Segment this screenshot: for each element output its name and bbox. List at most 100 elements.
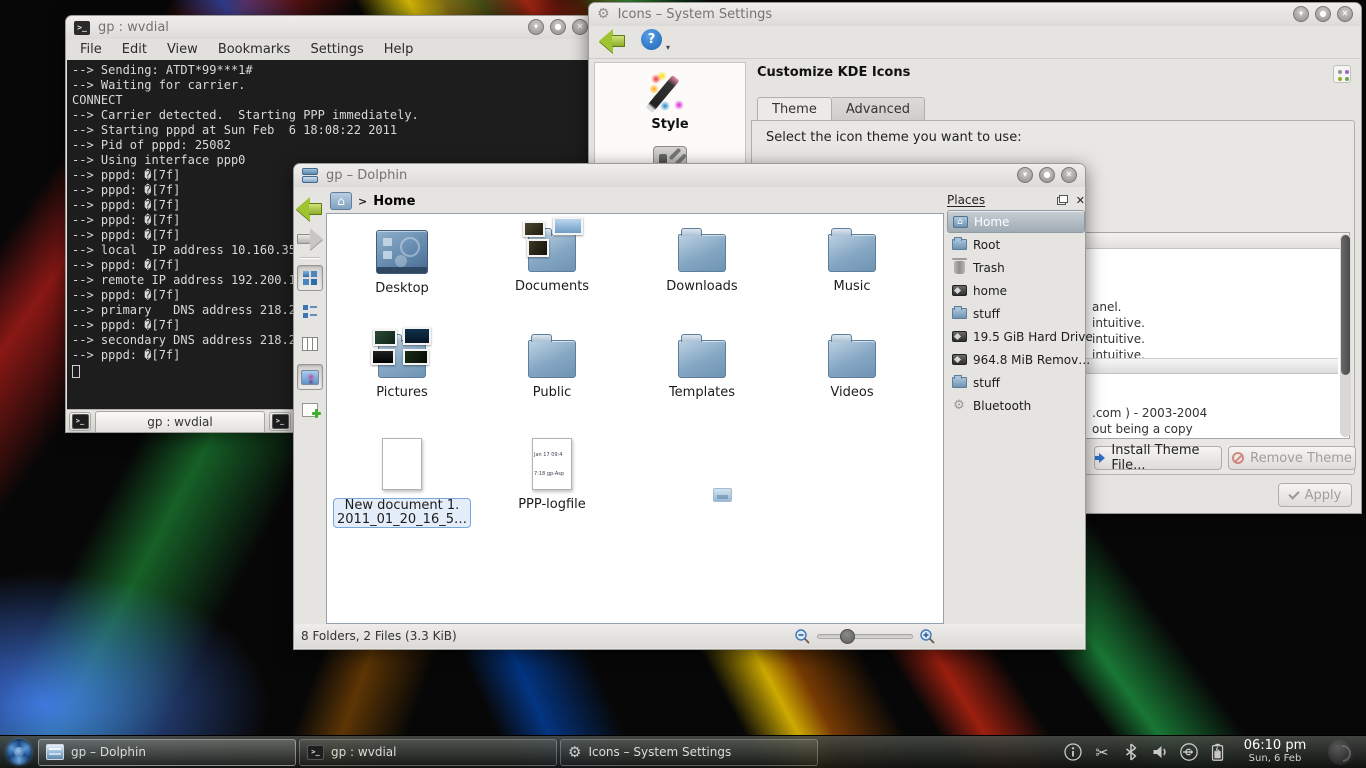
- minimize-button[interactable]: ▾: [1293, 6, 1309, 22]
- places-item-removable[interactable]: 964.8 MiB Remov…: [947, 348, 1085, 371]
- places-item-trash[interactable]: Trash: [947, 256, 1085, 279]
- folder-item[interactable]: Videos: [777, 330, 927, 436]
- tab-advanced[interactable]: Advanced: [832, 97, 925, 121]
- device-notifier-icon[interactable]: [1179, 742, 1199, 762]
- folder-item[interactable]: Downloads: [627, 224, 777, 330]
- task-dolphin[interactable]: gp – Dolphin: [38, 739, 296, 766]
- forward-button[interactable]: [297, 228, 323, 250]
- zoom-in-icon[interactable]: [919, 628, 936, 645]
- preview-toggle-button[interactable]: [297, 364, 323, 390]
- places-label: Bluetooth: [973, 399, 1031, 413]
- close-button[interactable]: ✕: [572, 19, 588, 35]
- zoom-out-icon[interactable]: [794, 628, 811, 645]
- help-button[interactable]: ?: [641, 29, 662, 50]
- minimize-button[interactable]: ▾: [528, 19, 544, 35]
- tab-theme[interactable]: Theme: [757, 97, 832, 121]
- trash-icon: [954, 261, 965, 274]
- menu-settings[interactable]: Settings: [310, 42, 363, 57]
- file-item[interactable]: Jan 17 09:4 7:18 gp-Asp ire-5738 pp pd[1…: [477, 436, 627, 542]
- app-launcher-button[interactable]: [0, 736, 38, 768]
- folder-item[interactable]: Documents: [477, 224, 627, 330]
- new-tab-button[interactable]: >_: [69, 412, 91, 431]
- chevron-down-icon[interactable]: ▾: [666, 43, 670, 52]
- dolphin-titlebar[interactable]: gp – Dolphin ▾ ● ✕: [294, 164, 1085, 187]
- close-panel-icon[interactable]: ✕: [1076, 194, 1085, 207]
- panel-toolbox-icon[interactable]: [1328, 739, 1354, 765]
- folder-item[interactable]: Pictures: [327, 330, 477, 436]
- terminal-titlebar[interactable]: >_ gp : wvdial ▾ ● ✕: [66, 16, 596, 39]
- breadcrumb-home[interactable]: Home: [373, 194, 415, 209]
- toolbar-separator: [300, 257, 320, 258]
- clock-time: 06:10 pm: [1237, 739, 1313, 752]
- tab-list-button[interactable]: >_: [269, 412, 291, 431]
- menu-edit[interactable]: Edit: [122, 42, 147, 57]
- menu-file[interactable]: File: [80, 42, 102, 57]
- dolphin-window-title: gp – Dolphin: [326, 168, 407, 183]
- undock-icon[interactable]: [1057, 195, 1068, 205]
- klipper-icon[interactable]: ✂: [1092, 742, 1112, 762]
- task-system-settings[interactable]: ⚙ Icons – System Settings: [560, 739, 818, 766]
- places-item-home[interactable]: ⌂ Home: [947, 210, 1085, 233]
- places-title: Places: [947, 193, 985, 207]
- remove-theme-button[interactable]: Remove Theme: [1228, 446, 1356, 470]
- places-item-hard-drive[interactable]: 19.5 GiB Hard Drive: [947, 325, 1085, 348]
- theme-description-fragment: intuitive.: [1092, 316, 1145, 330]
- minimize-button[interactable]: ▾: [1017, 167, 1033, 183]
- close-button[interactable]: ✕: [1337, 6, 1353, 22]
- theme-list-scrollbar[interactable]: [1340, 234, 1351, 437]
- zoom-slider-handle[interactable]: [840, 629, 855, 644]
- volume-icon[interactable]: [1150, 742, 1170, 762]
- folder-view[interactable]: Desktop Documents Downloads Music: [326, 213, 944, 624]
- notifications-icon[interactable]: [1063, 742, 1083, 762]
- maximize-button[interactable]: ●: [550, 19, 566, 35]
- back-button[interactable]: [296, 197, 324, 221]
- system-tray: ✂ 06:10 pm Sun, 6 Feb: [1063, 739, 1366, 765]
- system-settings-titlebar[interactable]: ⚙ Icons – System Settings ▾ ● ✕: [589, 3, 1361, 26]
- dolphin-window[interactable]: gp – Dolphin ▾ ● ✕ ⌂ > Home Desktop: [293, 163, 1086, 650]
- apply-button[interactable]: Apply: [1278, 483, 1352, 507]
- terminal-line: --> Pid of pppd: 25082: [72, 138, 595, 153]
- places-item-home-partition[interactable]: home: [947, 279, 1085, 302]
- battery-icon[interactable]: [1208, 742, 1228, 762]
- gear-icon: ⚙: [568, 745, 581, 760]
- thumbnail: [553, 217, 583, 235]
- places-item-bluetooth[interactable]: ⚙ Bluetooth: [947, 394, 1085, 417]
- places-item-root[interactable]: Root: [947, 233, 1085, 256]
- close-button[interactable]: ✕: [1061, 167, 1077, 183]
- drive-icon: [952, 331, 967, 342]
- home-icon[interactable]: ⌂: [330, 192, 352, 210]
- task-label: gp : wvdial: [331, 745, 396, 759]
- clock-date: Sun, 6 Feb: [1237, 752, 1313, 765]
- folder-item[interactable]: Templates: [627, 330, 777, 436]
- split-view-button[interactable]: [297, 397, 323, 423]
- zoom-slider[interactable]: [817, 634, 913, 639]
- menu-view[interactable]: View: [167, 42, 198, 57]
- columns-view-button[interactable]: [297, 331, 323, 357]
- places-item-stuff[interactable]: stuff: [947, 302, 1085, 325]
- thumbnail: [403, 349, 429, 365]
- maximize-button[interactable]: ●: [1315, 6, 1331, 22]
- digital-clock[interactable]: 06:10 pm Sun, 6 Feb: [1237, 739, 1313, 765]
- file-manager-icon: [302, 168, 318, 183]
- back-button[interactable]: [599, 29, 627, 53]
- scrollbar-thumb[interactable]: [1341, 235, 1350, 375]
- details-view-button[interactable]: [297, 298, 323, 324]
- folder-item[interactable]: Public: [477, 330, 627, 436]
- menu-bookmarks[interactable]: Bookmarks: [218, 42, 291, 57]
- maximize-button[interactable]: ●: [1039, 167, 1055, 183]
- terminal-tab[interactable]: gp : wvdial: [95, 411, 265, 432]
- sidebar-item-style[interactable]: Style: [595, 63, 745, 132]
- folder-item[interactable]: Music: [777, 224, 927, 330]
- back-arrow-icon: [599, 29, 613, 53]
- bluetooth-icon[interactable]: [1121, 742, 1141, 762]
- menu-help[interactable]: Help: [384, 42, 414, 57]
- task-wvdial[interactable]: >_ gp : wvdial: [299, 739, 557, 766]
- icons-view-icon: [302, 270, 318, 286]
- icons-view-button[interactable]: [297, 265, 323, 291]
- terminal-window-title: gp : wvdial: [98, 20, 169, 35]
- places-item-stuff2[interactable]: stuff: [947, 371, 1085, 394]
- install-theme-button[interactable]: Install Theme File...: [1094, 446, 1222, 470]
- thumbnail: [403, 327, 431, 345]
- file-item-selected[interactable]: New document 1. 2011_01_20_16_5…: [327, 436, 477, 542]
- folder-item[interactable]: Desktop: [327, 224, 477, 330]
